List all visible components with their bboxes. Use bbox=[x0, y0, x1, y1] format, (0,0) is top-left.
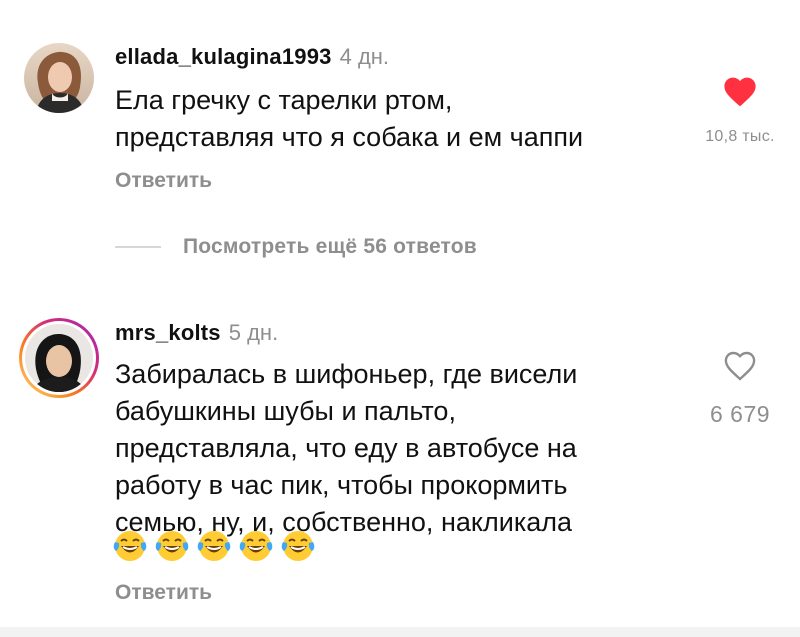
bottom-edge bbox=[0, 627, 800, 637]
view-more-replies-button[interactable]: Посмотреть ещё 56 ответов bbox=[115, 232, 477, 262]
like-count: 10,8 тыс. bbox=[705, 128, 775, 145]
username[interactable]: ellada_kulagina1993 bbox=[115, 44, 332, 69]
face-with-tears-of-joy-icon bbox=[197, 531, 231, 561]
like-section: 6 679 bbox=[680, 348, 800, 428]
avatar[interactable] bbox=[24, 43, 94, 113]
comment-time: 5 дн. bbox=[228, 320, 279, 345]
avatar-story-ring[interactable] bbox=[18, 317, 100, 399]
like-count: 6 679 bbox=[709, 401, 771, 427]
comment-text: Забиралась в шифоньер, где висели бабушк… bbox=[115, 359, 578, 537]
emoji-row bbox=[112, 528, 316, 564]
heart-outline-icon[interactable] bbox=[722, 348, 758, 382]
view-more-replies-label: Посмотреть ещё 56 ответов bbox=[183, 235, 477, 258]
profile-photo-icon bbox=[19, 318, 99, 398]
divider-line bbox=[115, 246, 161, 248]
reply-button[interactable]: Ответить bbox=[115, 581, 212, 605]
username[interactable]: mrs_kolts bbox=[115, 320, 221, 345]
comment-text: Ела гречку с тарелки ртом, представляя ч… bbox=[115, 85, 584, 152]
face-with-tears-of-joy-icon bbox=[281, 531, 315, 561]
profile-photo-icon bbox=[24, 43, 94, 113]
face-with-tears-of-joy-icon bbox=[239, 531, 273, 561]
like-section: 10,8 тыс. bbox=[680, 74, 800, 146]
reply-button[interactable]: Ответить bbox=[115, 169, 212, 193]
face-with-tears-of-joy-icon bbox=[155, 531, 189, 561]
comment-time: 4 дн. bbox=[339, 44, 390, 69]
heart-filled-icon[interactable] bbox=[722, 74, 758, 108]
face-with-tears-of-joy-icon bbox=[113, 531, 147, 561]
